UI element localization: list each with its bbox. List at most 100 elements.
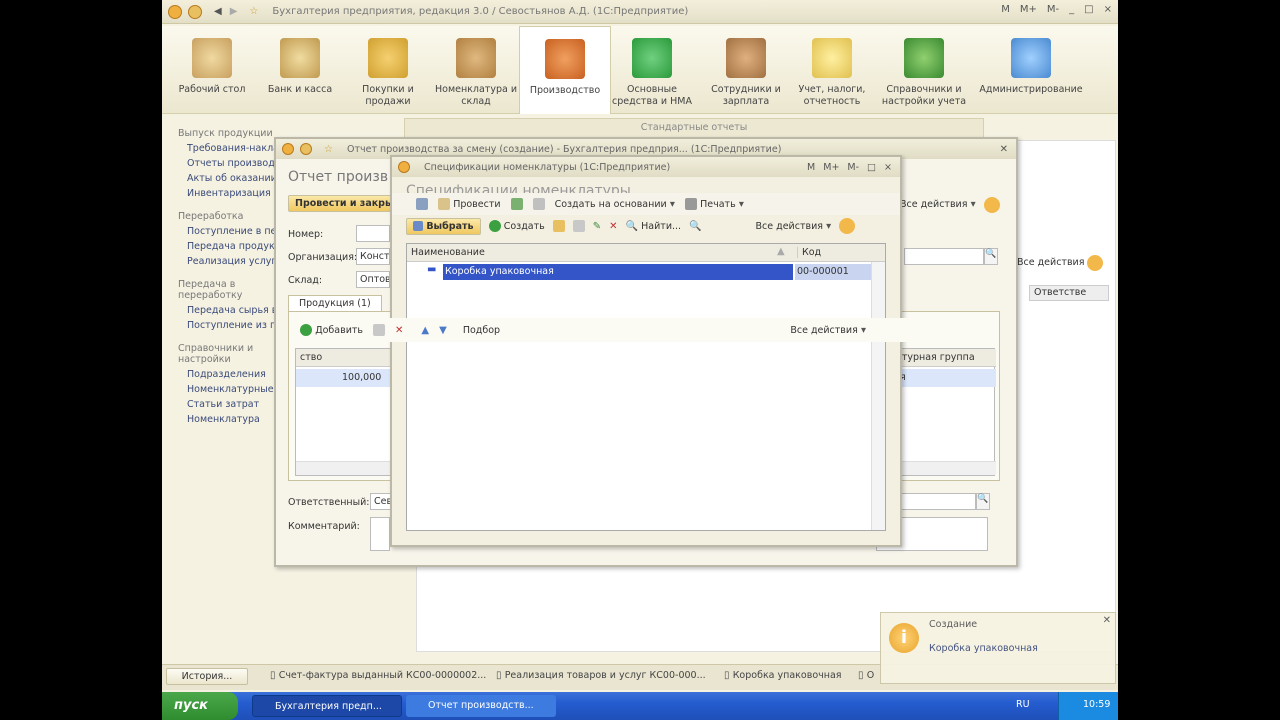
- delete-icon[interactable]: ✕: [609, 221, 617, 232]
- section-label: Учет, налоги, отчетность: [798, 84, 866, 107]
- create-based-button[interactable]: Создать на основании ▾: [555, 199, 675, 210]
- save-icon[interactable]: [416, 198, 428, 210]
- nav-item[interactable]: Номенклатура: [187, 414, 280, 425]
- copy-icon[interactable]: [532, 198, 545, 210]
- tab-products[interactable]: Продукция (1): [288, 295, 382, 311]
- nav-item[interactable]: Поступление из п: [187, 320, 280, 331]
- field-right[interactable]: [904, 248, 984, 265]
- responsible-field-right[interactable]: [898, 493, 976, 510]
- move-up-icon[interactable]: ▲: [421, 325, 429, 336]
- history-item[interactable]: ▯ Реализация товаров и услуг КС00-000...: [496, 670, 706, 681]
- nav-item[interactable]: Поступление в переработку: [187, 226, 280, 237]
- nav-item[interactable]: Инвентаризация: [187, 188, 280, 199]
- start-button[interactable]: пуск: [162, 692, 238, 720]
- history-item[interactable]: ▯ Коробка упаковочная: [724, 670, 842, 681]
- notification-text[interactable]: Коробка упаковочная: [929, 643, 1038, 654]
- window-mplus-button[interactable]: M+: [823, 162, 839, 173]
- column-name[interactable]: Наименование: [411, 247, 485, 258]
- sort-icon[interactable]: ▲: [777, 246, 785, 257]
- app-menu-icon[interactable]: [168, 4, 182, 19]
- nav-item[interactable]: Требования-накладные: [187, 143, 280, 154]
- comment-field[interactable]: [370, 517, 390, 551]
- add-row-button[interactable]: Добавить: [300, 324, 363, 336]
- window-menu-icon[interactable]: [282, 143, 294, 155]
- nav-item[interactable]: Акты об оказании: [187, 173, 280, 184]
- maximize-button[interactable]: □: [1084, 4, 1093, 15]
- help-icon[interactable]: [1087, 255, 1103, 271]
- section-reports[interactable]: Учет, налоги, отчетность: [786, 34, 878, 108]
- copy-icon[interactable]: [572, 220, 585, 232]
- window-menu-icon[interactable]: [398, 161, 410, 173]
- section-assets[interactable]: Основные средства и НМА: [606, 34, 698, 108]
- nav-item[interactable]: Подразделения: [187, 369, 280, 380]
- help-icon[interactable]: [984, 197, 1000, 213]
- nav-item[interactable]: Номенклатурные: [187, 384, 280, 395]
- close-icon[interactable]: ✕: [1000, 144, 1008, 155]
- language-indicator[interactable]: RU: [1016, 699, 1030, 710]
- clock[interactable]: 10:59: [1083, 699, 1110, 710]
- report-all-actions-button[interactable]: Все действия ▾: [900, 199, 976, 210]
- vertical-scrollbar[interactable]: [871, 262, 885, 530]
- copy-icon[interactable]: [373, 324, 386, 336]
- back-icon[interactable]: ◀: [214, 6, 222, 17]
- spec-row[interactable]: ▬ Коробка упаковочная 00-000001: [407, 264, 873, 280]
- delete-icon[interactable]: ✕: [395, 325, 403, 336]
- find-button[interactable]: 🔍 Найти...: [626, 221, 682, 232]
- window-mminus-button[interactable]: M-: [1047, 4, 1059, 15]
- help-icon[interactable]: [839, 218, 856, 234]
- notification-popup[interactable]: i Создание Коробка упаковочная ✕: [880, 612, 1116, 684]
- move-down-icon[interactable]: ▼: [439, 325, 447, 336]
- taskbar-item[interactable]: Бухгалтерия предп...: [252, 695, 402, 717]
- notification-title: Создание: [929, 619, 978, 630]
- column-code[interactable]: Код: [797, 247, 821, 258]
- star-icon[interactable]: ☆: [249, 6, 258, 17]
- close-button[interactable]: ×: [884, 162, 892, 173]
- window-m-button[interactable]: M: [1001, 4, 1010, 15]
- warehouse-field[interactable]: Оптов: [356, 271, 390, 288]
- organization-field[interactable]: Конст: [356, 248, 390, 265]
- select-button[interactable]: Выбрать: [406, 217, 481, 235]
- history-button[interactable]: История...: [166, 668, 248, 685]
- minimize-button[interactable]: _: [1069, 4, 1074, 15]
- window-m-button[interactable]: M: [807, 162, 815, 173]
- star-icon[interactable]: ☆: [324, 144, 333, 155]
- nav-item[interactable]: Передача сырья в: [187, 305, 280, 316]
- spec-all-actions-button[interactable]: Все действия ▾: [756, 221, 832, 232]
- nav-item[interactable]: Отчеты производства: [187, 158, 280, 169]
- search-icon[interactable]: 🔍: [984, 248, 998, 265]
- section-admin[interactable]: Администрирование: [976, 34, 1086, 96]
- taskbar-item[interactable]: Отчет производств...: [406, 695, 556, 717]
- maximize-button[interactable]: □: [867, 162, 876, 173]
- create-button[interactable]: Создать: [488, 220, 545, 232]
- section-catalogs[interactable]: Справочники и настройки учета: [878, 34, 970, 108]
- forward-icon[interactable]: ▶: [230, 6, 238, 17]
- bg-all-actions-button[interactable]: Все действия ▾: [1017, 257, 1093, 268]
- table-all-actions-button[interactable]: Все действия ▾: [790, 325, 866, 336]
- section-purchases[interactable]: Покупки и продажи: [342, 34, 434, 108]
- section-warehouse[interactable]: Номенклатура и склад: [430, 34, 522, 108]
- history-item[interactable]: ▯ Счет-фактура выданный КС00-0000002...: [270, 670, 486, 681]
- folder-icon[interactable]: [552, 220, 565, 232]
- window-menu-icon[interactable]: [300, 143, 312, 155]
- edit-icon[interactable]: ✎: [593, 221, 601, 232]
- close-button[interactable]: ×: [1104, 4, 1112, 15]
- search-icon[interactable]: 🔍: [976, 493, 990, 510]
- section-desktop[interactable]: Рабочий стол: [166, 34, 258, 96]
- section-employees[interactable]: Сотрудники и зарплата: [700, 34, 792, 108]
- pick-button[interactable]: Подбор: [463, 325, 500, 336]
- section-production[interactable]: Производство: [519, 26, 611, 114]
- dt-kt-icon[interactable]: [510, 198, 523, 210]
- section-bank[interactable]: Банк и касса: [254, 34, 346, 96]
- window-mplus-button[interactable]: M+: [1020, 4, 1037, 15]
- nav-item[interactable]: Статьи затрат: [187, 399, 280, 410]
- window-mminus-button[interactable]: M-: [847, 162, 859, 173]
- nav-item[interactable]: Передача продукции: [187, 241, 280, 252]
- post-button[interactable]: Провести: [438, 198, 501, 210]
- menu-icon[interactable]: [188, 4, 202, 19]
- clear-search-icon[interactable]: 🔍: [689, 221, 701, 232]
- close-icon[interactable]: ✕: [1103, 615, 1111, 626]
- number-field[interactable]: [356, 225, 390, 242]
- nav-item[interactable]: Реализация услуг: [187, 256, 280, 267]
- print-button[interactable]: Печать ▾: [684, 198, 744, 210]
- history-item[interactable]: ▯ О: [858, 670, 874, 681]
